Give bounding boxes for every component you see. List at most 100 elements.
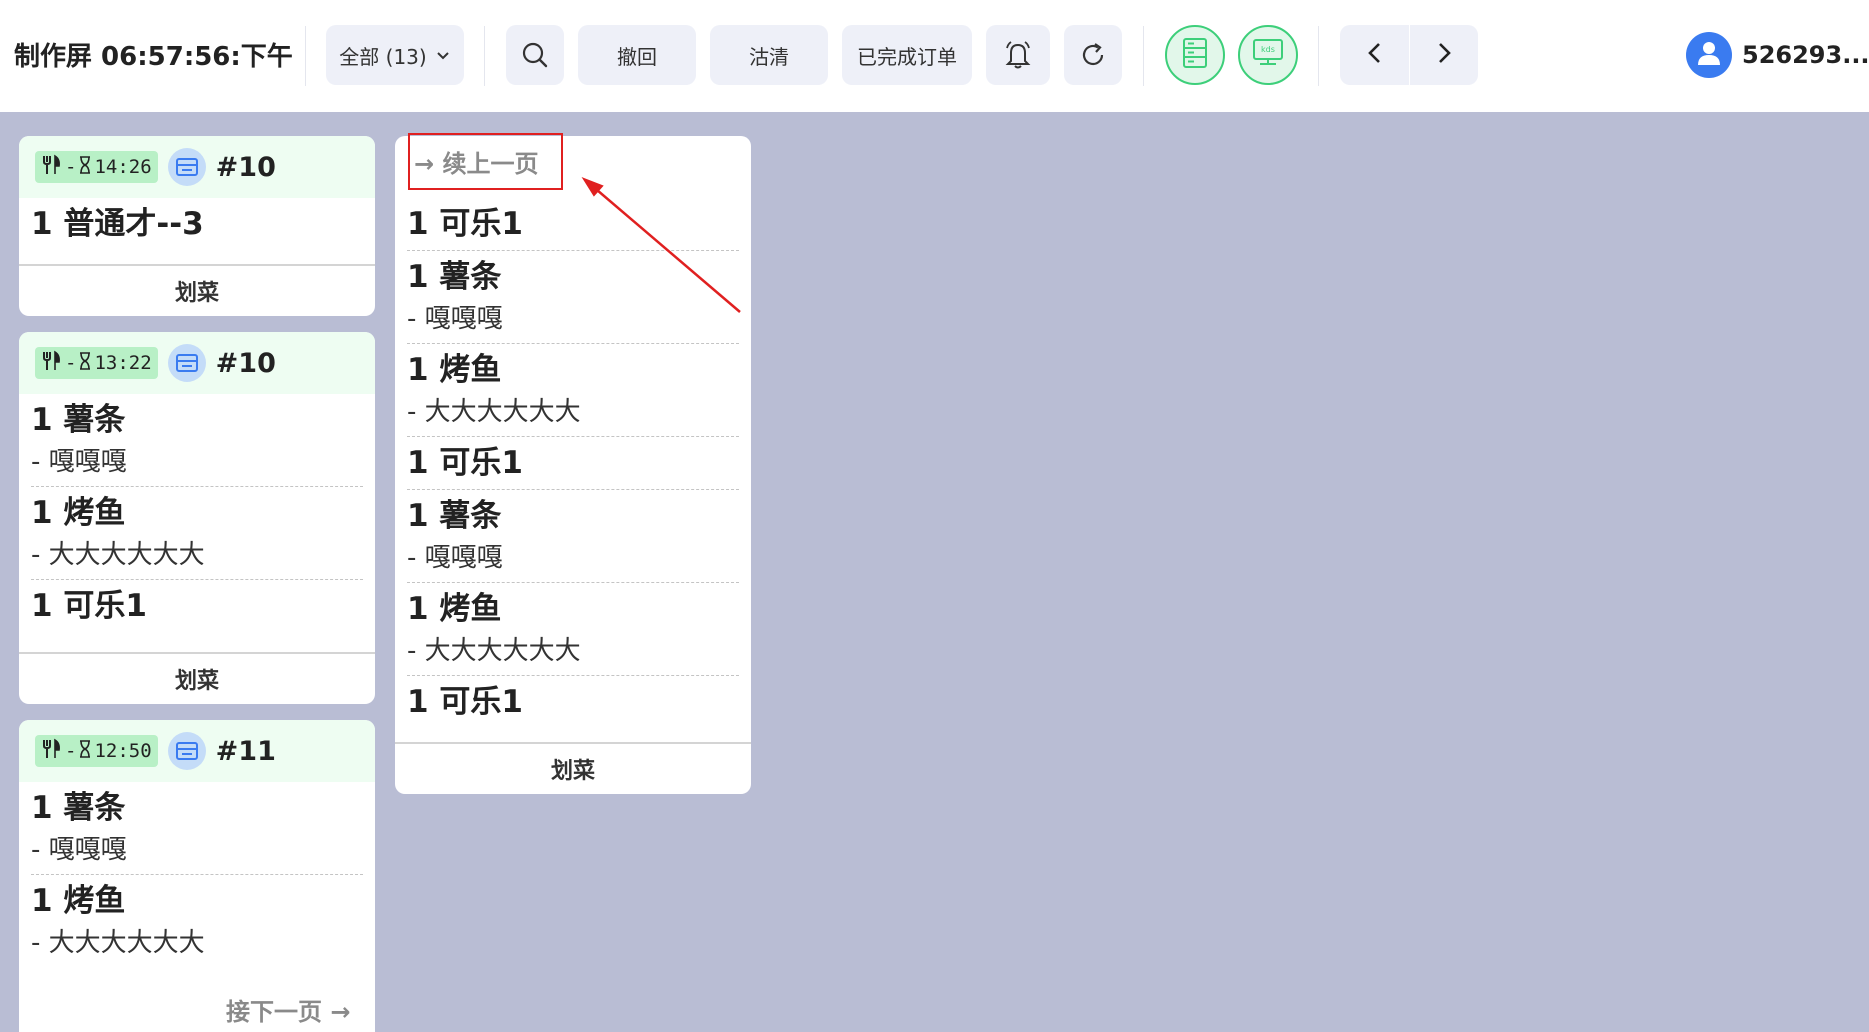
list-item[interactable]: 1 薯条 - 嘎嘎嘎 [31, 782, 363, 875]
divider [305, 26, 306, 86]
item-modifier: - 大大大大大大 [31, 540, 205, 570]
prev-page-button[interactable] [1340, 25, 1409, 85]
card-header: - 12:50 #11 [19, 720, 375, 782]
hourglass-icon [78, 351, 92, 376]
avatar [1686, 32, 1732, 78]
card-header: - 13:22 #10 [19, 332, 375, 394]
cutlery-icon [41, 738, 63, 765]
kds-monitor-icon: kds [1251, 37, 1285, 73]
divider [1318, 26, 1319, 86]
order-number: #10 [215, 347, 276, 379]
search-button[interactable] [506, 25, 564, 85]
elapsed-time: 12:50 [94, 740, 152, 762]
user-menu[interactable]: 526293... [1686, 32, 1869, 78]
order-card[interactable]: - 13:22 #10 1 薯条 - 嘎嘎嘎 1 烤鱼 - 大大大大大大 1 可… [19, 332, 375, 704]
svg-text:kds: kds [1261, 45, 1275, 54]
divider [484, 26, 485, 86]
list-item[interactable]: 1 烤鱼 - 大大大大大大 [31, 487, 363, 580]
filter-label: 全部 (13) [339, 44, 427, 69]
sold-out-button[interactable]: 沽清 [710, 25, 828, 85]
item-modifier: - 嘎嘎嘎 [31, 447, 127, 477]
store-icon [167, 732, 206, 770]
chevron-left-icon [1365, 41, 1385, 69]
server-icon [1180, 36, 1210, 74]
item-name: 1 烤鱼 [407, 352, 502, 388]
chevron-down-icon [435, 47, 451, 63]
item-name: 1 薯条 [31, 790, 126, 826]
bump-button[interactable]: 划菜 [19, 652, 375, 704]
list-item[interactable]: 1 薯条 - 嘎嘎嘎 [407, 490, 739, 583]
undo-button[interactable]: 撤回 [578, 25, 696, 85]
server-button[interactable] [1165, 25, 1225, 85]
refresh-icon [1078, 40, 1108, 70]
list-item[interactable]: 1 可乐1 [31, 580, 363, 632]
item-name: 1 薯条 [407, 259, 502, 295]
list-item[interactable]: 1 烤鱼 - 大大大大大大 [407, 583, 739, 676]
bump-button[interactable]: 划菜 [395, 742, 751, 794]
chevron-right-icon [1434, 41, 1454, 69]
order-card[interactable]: 1 可乐1 1 薯条 - 嘎嘎嘎 1 烤鱼 - 大大大大大大 1 可乐1 1 薯… [395, 136, 751, 794]
time-prefix: - [65, 156, 77, 178]
kds-button[interactable]: kds [1238, 25, 1298, 85]
order-number: #11 [215, 735, 276, 767]
hourglass-icon [78, 155, 92, 180]
item-modifier: - 大大大大大大 [407, 636, 581, 666]
refresh-button[interactable] [1064, 25, 1122, 85]
list-item[interactable]: 1 烤鱼 - 大大大大大大 [407, 344, 739, 437]
time-prefix: - [65, 740, 77, 762]
item-name: 1 可乐1 [407, 206, 523, 242]
item-name: 1 薯条 [407, 498, 502, 534]
list-item[interactable]: 1 普通才--3 [31, 198, 363, 250]
item-modifier: - 大大大大大大 [407, 397, 581, 427]
cutlery-icon [41, 350, 63, 377]
divider [1143, 26, 1144, 86]
card-header: - 14:26 #10 [19, 136, 375, 198]
order-card[interactable]: - 12:50 #11 1 薯条 - 嘎嘎嘎 1 烤鱼 - 大大大大大大 [19, 720, 375, 1032]
hourglass-icon [78, 739, 92, 764]
top-bar: 制作屏 06:57:56:下午 全部 (13) 撤回 沽清 已完成订单 kds [0, 0, 1869, 112]
item-name: 1 烤鱼 [31, 883, 126, 919]
elapsed-time: 13:22 [94, 352, 152, 374]
list-item[interactable]: 1 薯条 - 嘎嘎嘎 [407, 251, 739, 344]
item-modifier: - 嘎嘎嘎 [407, 543, 503, 573]
page-nav [1340, 25, 1478, 85]
item-list: 1 可乐1 1 薯条 - 嘎嘎嘎 1 烤鱼 - 大大大大大大 1 可乐1 1 薯… [395, 198, 751, 728]
bell-icon [1002, 39, 1034, 71]
user-name: 526293... [1742, 41, 1869, 69]
item-list: 1 薯条 - 嘎嘎嘎 1 烤鱼 - 大大大大大大 1 可乐1 [19, 394, 375, 632]
list-item[interactable]: 1 烤鱼 - 大大大大大大 [31, 875, 363, 967]
order-number: #10 [215, 151, 276, 183]
next-page-button[interactable] [1409, 25, 1478, 85]
search-icon [521, 41, 549, 69]
store-icon [167, 344, 206, 382]
next-page-link[interactable]: 接下一页 → [226, 992, 350, 1027]
item-list: 1 薯条 - 嘎嘎嘎 1 烤鱼 - 大大大大大大 [19, 782, 375, 967]
list-item[interactable]: 1 薯条 - 嘎嘎嘎 [31, 394, 363, 487]
time-badge: - 14:26 [35, 151, 158, 183]
completed-orders-button[interactable]: 已完成订单 [842, 25, 972, 85]
item-list: 1 普通才--3 [19, 198, 375, 250]
time-prefix: - [65, 352, 77, 374]
bump-button[interactable]: 划菜 [19, 264, 375, 316]
item-name: 1 可乐1 [407, 445, 523, 481]
item-name: 1 薯条 [31, 402, 126, 438]
item-modifier: - 嘎嘎嘎 [407, 304, 503, 334]
item-name: 1 烤鱼 [31, 495, 126, 531]
time-badge: - 13:22 [35, 347, 158, 379]
item-name: 1 可乐1 [31, 588, 147, 624]
store-icon [167, 148, 206, 186]
item-modifier: - 大大大大大大 [31, 928, 205, 958]
elapsed-time: 14:26 [94, 156, 152, 178]
item-modifier: - 嘎嘎嘎 [31, 835, 127, 865]
list-item[interactable]: 1 可乐1 [407, 676, 739, 728]
time-badge: - 12:50 [35, 735, 158, 767]
order-card[interactable]: - 14:26 #10 1 普通才--3 划菜 [19, 136, 375, 316]
filter-dropdown[interactable]: 全部 (13) [326, 25, 464, 85]
list-item[interactable]: 1 可乐1 [407, 198, 739, 251]
item-name: 1 可乐1 [407, 684, 523, 720]
item-name: 1 普通才--3 [31, 206, 204, 242]
bell-button[interactable] [986, 25, 1050, 85]
item-name: 1 烤鱼 [407, 591, 502, 627]
continue-from-previous-label: → 续上一页 [408, 133, 563, 190]
list-item[interactable]: 1 可乐1 [407, 437, 739, 490]
